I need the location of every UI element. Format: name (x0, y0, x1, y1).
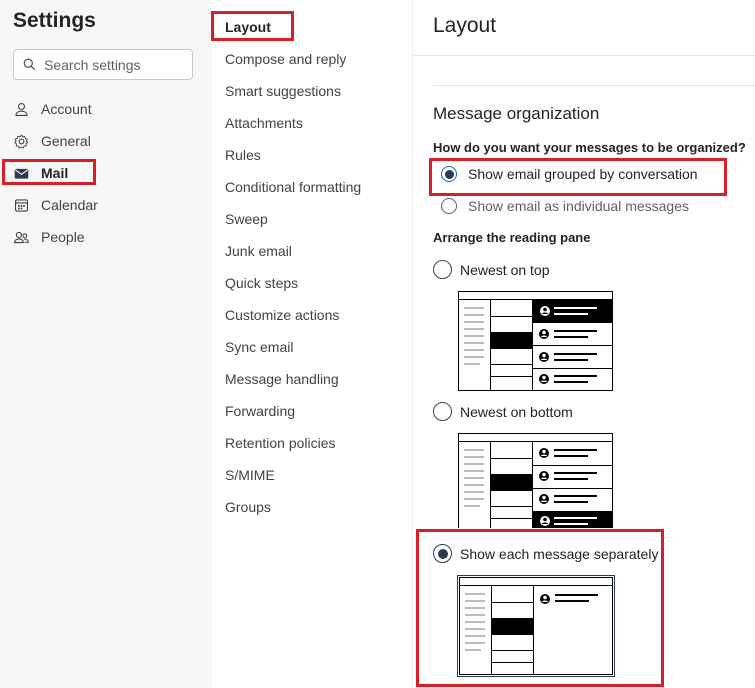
divider (433, 85, 755, 86)
nav-item-label: People (41, 229, 85, 245)
submenu-message-handling[interactable]: Message handling (225, 368, 339, 390)
submenu-sync-email[interactable]: Sync email (225, 336, 293, 358)
radio-button[interactable] (433, 544, 452, 563)
divider (413, 55, 755, 56)
nav-item-label: Calendar (41, 197, 98, 213)
radio-button[interactable] (433, 260, 452, 279)
nav-item-label: General (41, 133, 91, 149)
radio-button[interactable] (441, 198, 457, 214)
layout-settings-panel: Layout Message organization How do you w… (413, 0, 755, 688)
mail-icon (14, 168, 29, 179)
person-icon (15, 102, 28, 116)
submenu-attachments[interactable]: Attachments (225, 112, 303, 134)
settings-title: Settings (13, 9, 96, 32)
submenu-conditional-formatting[interactable]: Conditional formatting (225, 176, 361, 198)
submenu-groups[interactable]: Groups (225, 496, 271, 518)
radio-newest-on-top[interactable]: Newest on top (433, 260, 550, 279)
radio-label: Show email as individual messages (468, 198, 689, 214)
newest-on-bottom-preview[interactable] (458, 433, 613, 528)
radio-label: Newest on top (460, 261, 550, 278)
newest-on-top-preview[interactable] (458, 291, 613, 391)
search-box[interactable] (13, 49, 193, 80)
nav-item-calendar[interactable]: Calendar (13, 192, 98, 218)
submenu-layout[interactable]: Layout (225, 16, 271, 38)
radio-label: Newest on bottom (460, 403, 573, 420)
radio-button[interactable] (441, 166, 457, 182)
nav-item-label: Account (41, 101, 92, 117)
nav-item-label: Mail (41, 165, 69, 181)
submenu-smime[interactable]: S/MIME (225, 464, 275, 486)
radio-newest-on-bottom[interactable]: Newest on bottom (433, 402, 573, 421)
submenu-sweep[interactable]: Sweep (225, 208, 268, 230)
section-title: Message organization (433, 104, 600, 123)
reading-pane-title: Arrange the reading pane (433, 230, 591, 245)
nav-item-account[interactable]: Account (13, 96, 92, 122)
submenu-smart-suggestions[interactable]: Smart suggestions (225, 80, 341, 102)
gear-icon (14, 133, 29, 149)
each-message-separately-preview[interactable] (457, 575, 615, 677)
search-icon (23, 58, 36, 71)
submenu-forwarding[interactable]: Forwarding (225, 400, 295, 422)
submenu-quick-steps[interactable]: Quick steps (225, 272, 298, 294)
organization-question: How do you want your messages to be orga… (433, 140, 746, 155)
radio-label: Show email grouped by conversation (468, 166, 698, 182)
calendar-icon (14, 198, 29, 212)
radio-button[interactable] (433, 402, 452, 421)
submenu-junk-email[interactable]: Junk email (225, 240, 292, 262)
radio-individual-messages[interactable]: Show email as individual messages (441, 198, 689, 214)
nav-item-mail[interactable]: Mail (13, 160, 68, 186)
radio-label: Show each message separately (460, 545, 659, 562)
nav-item-general[interactable]: General (13, 128, 91, 154)
radio-each-message-separately[interactable]: Show each message separately (433, 544, 658, 563)
submenu-rules[interactable]: Rules (225, 144, 261, 166)
mail-submenu: Layout Compose and reply Smart suggestio… (212, 0, 413, 688)
submenu-retention-policies[interactable]: Retention policies (225, 432, 336, 454)
radio-grouped-by-conversation[interactable]: Show email grouped by conversation (441, 166, 698, 182)
settings-nav-pane: Settings Account General Mail Calendar P… (0, 0, 212, 688)
submenu-customize-actions[interactable]: Customize actions (225, 304, 339, 326)
submenu-compose-and-reply[interactable]: Compose and reply (225, 48, 346, 70)
people-icon (13, 231, 29, 243)
search-input[interactable] (44, 56, 184, 73)
page-title: Layout (433, 14, 497, 37)
nav-item-people[interactable]: People (13, 224, 85, 250)
